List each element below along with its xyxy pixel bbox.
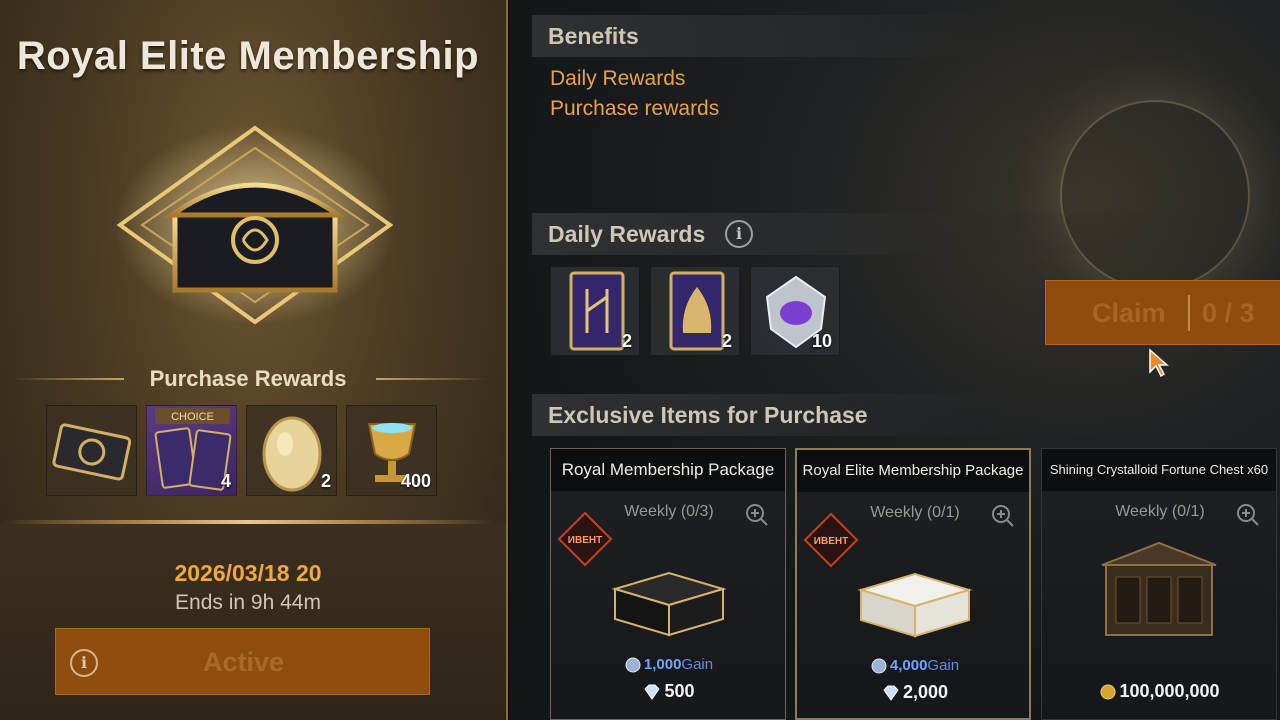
badge-label: ИВЕНТ bbox=[568, 535, 602, 546]
white-box-icon bbox=[857, 572, 973, 638]
gain-gem-icon bbox=[871, 658, 887, 674]
daily-slot-rune-card[interactable]: 2 bbox=[550, 266, 640, 356]
membership-chest-icon bbox=[110, 120, 400, 330]
dragon-card-icon bbox=[52, 423, 132, 481]
purchase-rewards-list: CHOICE 4 2 400 bbox=[46, 405, 437, 496]
reward-qty: 4 bbox=[220, 471, 231, 491]
gain-value: 4,000 bbox=[889, 657, 928, 674]
heading-divider-right bbox=[376, 378, 486, 380]
benefits-header-bar bbox=[532, 15, 1280, 57]
reward-slot-dragon-card[interactable] bbox=[46, 405, 137, 496]
price-line: 2,000 bbox=[797, 682, 1033, 703]
diamond-icon bbox=[644, 684, 661, 701]
black-box-icon bbox=[611, 571, 727, 637]
diamond-icon bbox=[883, 685, 899, 702]
time-remaining: Ends in 9h 44m bbox=[175, 591, 321, 614]
fortune-chest-icon bbox=[1101, 541, 1217, 636]
reward-qty: 2 bbox=[320, 471, 331, 491]
claim-separator bbox=[1188, 295, 1190, 331]
daily-rewards-heading: Daily Rewards bbox=[548, 221, 706, 247]
gain-label: Gain bbox=[681, 656, 714, 673]
package-card[interactable]: Royal Elite Membership Package Weekly (0… bbox=[795, 448, 1031, 720]
card-title: Royal Membership Package bbox=[551, 449, 785, 491]
badge-label: ИВЕНТ bbox=[814, 536, 848, 547]
card-title: Royal Elite Membership Package bbox=[797, 450, 1029, 492]
claim-button[interactable]: Claim 0 / 3 bbox=[1045, 280, 1280, 345]
membership-title: Royal Elite Membership bbox=[16, 34, 480, 78]
price-line: 500 bbox=[551, 681, 787, 702]
gain-value: 1,000 bbox=[643, 656, 682, 673]
claim-label: Claim bbox=[1092, 298, 1166, 328]
price-line: 100,000,000 bbox=[1042, 681, 1278, 702]
card-title: Shining Crystalloid Fortune Chest x60 bbox=[1042, 449, 1276, 491]
price-value: 500 bbox=[664, 681, 695, 701]
benefit-item: Daily Rewards bbox=[550, 67, 686, 90]
membership-panel: Royal Elite Membership Purchase Rewards … bbox=[0, 0, 508, 720]
gold-coin-icon bbox=[1100, 684, 1116, 700]
gain-line: 1,000Gain bbox=[551, 656, 787, 673]
active-label: Active bbox=[202, 647, 285, 677]
info-icon[interactable]: i bbox=[725, 220, 753, 248]
package-card[interactable]: Royal Membership Package Weekly (0/3) ИВ… bbox=[550, 448, 786, 720]
benefits-heading: Benefits bbox=[548, 23, 639, 49]
reward-slot-trophy[interactable]: 400 bbox=[346, 405, 437, 496]
zoom-icon[interactable] bbox=[990, 503, 1016, 529]
benefit-item: Purchase rewards bbox=[550, 97, 720, 120]
daily-qty: 2 bbox=[621, 331, 632, 351]
price-value: 100,000,000 bbox=[1119, 681, 1220, 701]
mouse-cursor-icon bbox=[1149, 348, 1169, 378]
expiry-date: 2026/03/18 20 bbox=[174, 560, 322, 586]
zoom-icon[interactable] bbox=[744, 502, 770, 528]
gain-line: 4,000Gain bbox=[797, 657, 1033, 674]
event-badge: ИВЕНТ bbox=[803, 512, 859, 568]
gain-gem-icon bbox=[625, 657, 641, 673]
package-card[interactable]: Shining Crystalloid Fortune Chest x60 We… bbox=[1041, 448, 1277, 720]
reward-slot-golden-egg[interactable]: 2 bbox=[246, 405, 337, 496]
daily-slot-hood-card[interactable]: 2 bbox=[650, 266, 740, 356]
zoom-icon[interactable] bbox=[1235, 502, 1261, 528]
daily-qty: 10 bbox=[811, 331, 832, 351]
benefits-panel: Benefits Daily Rewards Purchase rewards … bbox=[510, 0, 1280, 720]
daily-qty: 2 bbox=[721, 331, 732, 351]
reward-qty: 400 bbox=[400, 471, 431, 491]
exclusive-items-heading: Exclusive Items for Purchase bbox=[548, 402, 868, 428]
reward-slot-choice-cards[interactable]: CHOICE 4 bbox=[146, 405, 237, 496]
claim-count: 0 / 3 bbox=[1202, 298, 1255, 328]
event-badge: ИВЕНТ bbox=[557, 511, 613, 567]
daily-slot-crystal[interactable]: 10 bbox=[750, 266, 840, 356]
daily-rewards-list: 2 2 10 bbox=[550, 266, 840, 356]
gain-label: Gain bbox=[927, 657, 960, 674]
active-button[interactable]: i Active bbox=[55, 628, 430, 695]
background-halo bbox=[1060, 100, 1250, 290]
price-value: 2,000 bbox=[902, 682, 949, 702]
choice-tag: CHOICE bbox=[171, 411, 214, 423]
